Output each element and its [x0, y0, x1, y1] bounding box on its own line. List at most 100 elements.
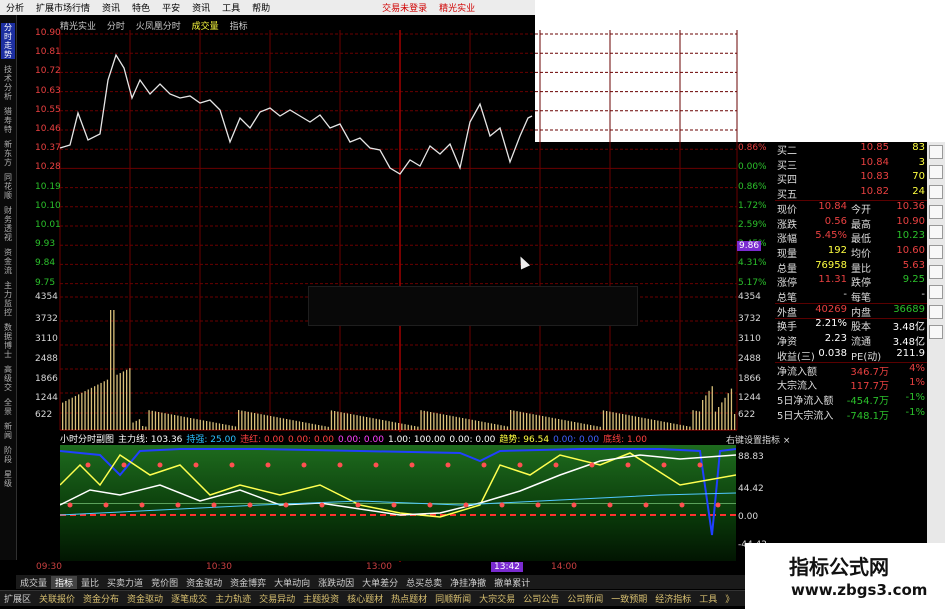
quote-value: -748.1万	[846, 410, 889, 422]
quote-value: -	[843, 289, 847, 300]
quote-value: 40269	[815, 303, 847, 315]
quote-label: 流通	[851, 337, 871, 349]
indicator-tab[interactable]: 大单动向	[270, 576, 314, 589]
quote-label: 涨停	[777, 278, 797, 290]
close-icon[interactable]: ×	[783, 436, 791, 446]
extension-tab[interactable]: 逐笔成交	[167, 592, 211, 605]
indicator-tab[interactable]: 竞价图	[147, 576, 182, 589]
watermark: 指标公式网 www.zbgs3.com	[745, 543, 945, 609]
percent-tick: 0.86%	[738, 181, 767, 192]
extension-tab[interactable]: 扩展区	[0, 592, 35, 605]
tool-icon[interactable]	[929, 265, 943, 279]
extension-tab[interactable]: 公司公告	[519, 592, 563, 605]
indicator-tab[interactable]: 量比	[77, 576, 103, 589]
quote-value: 24	[912, 186, 925, 198]
quote-row: 总笔 - 每笔 -	[775, 289, 927, 304]
extension-tab[interactable]: 主力轨迹	[211, 592, 255, 605]
indicator-tab[interactable]: 净挂净撤	[446, 576, 490, 589]
tool-icon[interactable]	[929, 185, 943, 199]
extension-tab[interactable]: 关联报价	[35, 592, 79, 605]
quote-value: 70	[912, 171, 925, 183]
indicator-tab[interactable]: 总买总卖	[402, 576, 446, 589]
quote-label: 买五	[777, 190, 797, 202]
osc-legend-item: 0.00: 0.00	[338, 435, 384, 445]
price-tick: 10.37	[35, 143, 61, 154]
tool-icon[interactable]	[929, 285, 943, 299]
osc-legend-item: 趋势: 96.54	[499, 435, 550, 445]
quote-row: 5日大宗流入 -748.1万 -1%	[775, 407, 927, 422]
extension-tab[interactable]: 》	[721, 592, 738, 605]
price-tick: 10.19	[35, 181, 61, 192]
quote-row: 买二 10.85 83	[775, 142, 927, 157]
quote-label: 股本	[851, 322, 871, 334]
quote-label: 涨幅	[777, 234, 797, 246]
extension-tab[interactable]: 核心题材	[343, 592, 387, 605]
percent-tick: 0.86%	[738, 143, 767, 154]
indicator-tab[interactable]: 大单差分	[358, 576, 402, 589]
quote-row: 买五 10.82 24	[775, 186, 927, 202]
quote-value: 10.84	[818, 200, 847, 212]
quote-row: 大宗流入 117.7万 1%	[775, 377, 927, 393]
watermark-title: 指标公式网	[789, 555, 889, 579]
oscillator-chart[interactable]	[60, 445, 736, 561]
quote-label: 5日净流入额	[777, 395, 834, 407]
volume-tick: 3110	[738, 334, 761, 344]
quote-label: 换手	[777, 322, 797, 334]
indicator-tab[interactable]: 指标	[51, 575, 78, 589]
quote-label: 收益(三)	[777, 351, 815, 363]
volume-tick: 2488	[35, 354, 58, 364]
redacted-panel	[308, 286, 638, 326]
indicator-tab[interactable]: 买卖力道	[103, 576, 147, 589]
tool-icon[interactable]	[929, 305, 943, 319]
osc-tick: 88.83	[738, 452, 764, 462]
volume-tick: 4354	[35, 292, 58, 302]
percent-tick: 4.31%	[738, 258, 767, 269]
price-tick: 10.81	[35, 47, 61, 58]
extension-tab[interactable]: 交易异动	[255, 592, 299, 605]
indicator-tab[interactable]: 撤单累计	[490, 576, 534, 589]
extension-tab[interactable]: 资金驱动	[123, 592, 167, 605]
tool-icon[interactable]	[929, 165, 943, 179]
indicator-tab-bar: 成交量 指标 量比 买卖力道 竞价图 资金驱动 资金博弈 大单动向 涨跌动因 大单差分 总买总卖 净挂…	[16, 575, 745, 589]
quote-label: 跌停	[851, 278, 871, 290]
quote-value: 346.7万	[850, 366, 889, 378]
time-tick: 09:30	[36, 562, 62, 572]
extension-tab[interactable]: 大宗交易	[475, 592, 519, 605]
osc-legend-item: 1.00: 100.00	[387, 435, 446, 445]
extension-tab[interactable]: 主题投资	[299, 592, 343, 605]
quote-value: 9.25	[902, 274, 925, 286]
extension-tab[interactable]: 一致预期	[607, 592, 651, 605]
price-tick: 10.72	[35, 66, 61, 77]
indicator-tab[interactable]: 涨跌动因	[314, 576, 358, 589]
quote-row: 买四 10.83 70	[775, 171, 927, 186]
indicator-tab[interactable]: 资金博弈	[226, 576, 270, 589]
extension-tab[interactable]: 同顺新闻	[431, 592, 475, 605]
extension-tab[interactable]: 热点题材	[387, 592, 431, 605]
price-tick: 10.63	[35, 85, 61, 96]
quote-row: 净资 2.23 流通 3.48亿	[775, 333, 927, 349]
quote-label: 买三	[777, 160, 797, 172]
volume-bars	[62, 310, 736, 430]
quote-row: 涨停 11.31 跌停 9.25	[775, 274, 927, 290]
quote-row: 净流入额 346.7万 4%	[775, 363, 927, 378]
quote-row: 涨幅 5.45% 最低 10.23	[775, 230, 927, 246]
price-tick: 10.10	[35, 200, 61, 211]
extension-tab[interactable]: 公司新闻	[563, 592, 607, 605]
tool-icon[interactable]	[929, 205, 943, 219]
extension-tab[interactable]: 工具	[695, 592, 721, 605]
extension-tab[interactable]: 资金分布	[79, 592, 123, 605]
tool-icon[interactable]	[929, 145, 943, 159]
tool-icon[interactable]	[929, 325, 943, 339]
extension-tab[interactable]: 经济指标	[651, 592, 695, 605]
indicator-tab[interactable]: 成交量	[16, 576, 51, 589]
quote-label: 大宗流入	[777, 381, 817, 393]
indicator-tab[interactable]: 资金驱动	[182, 576, 226, 589]
quote-value: 2.21%	[815, 318, 847, 330]
quote-row: 现价 10.84 今开 10.36	[775, 200, 927, 216]
tool-icon[interactable]	[929, 225, 943, 239]
volume-tick: 622	[35, 410, 53, 420]
time-tick: 10:30	[206, 562, 232, 572]
cursor-time-badge: 13:42	[491, 562, 523, 572]
quote-value: -	[921, 289, 925, 300]
tool-icon[interactable]	[929, 245, 943, 259]
